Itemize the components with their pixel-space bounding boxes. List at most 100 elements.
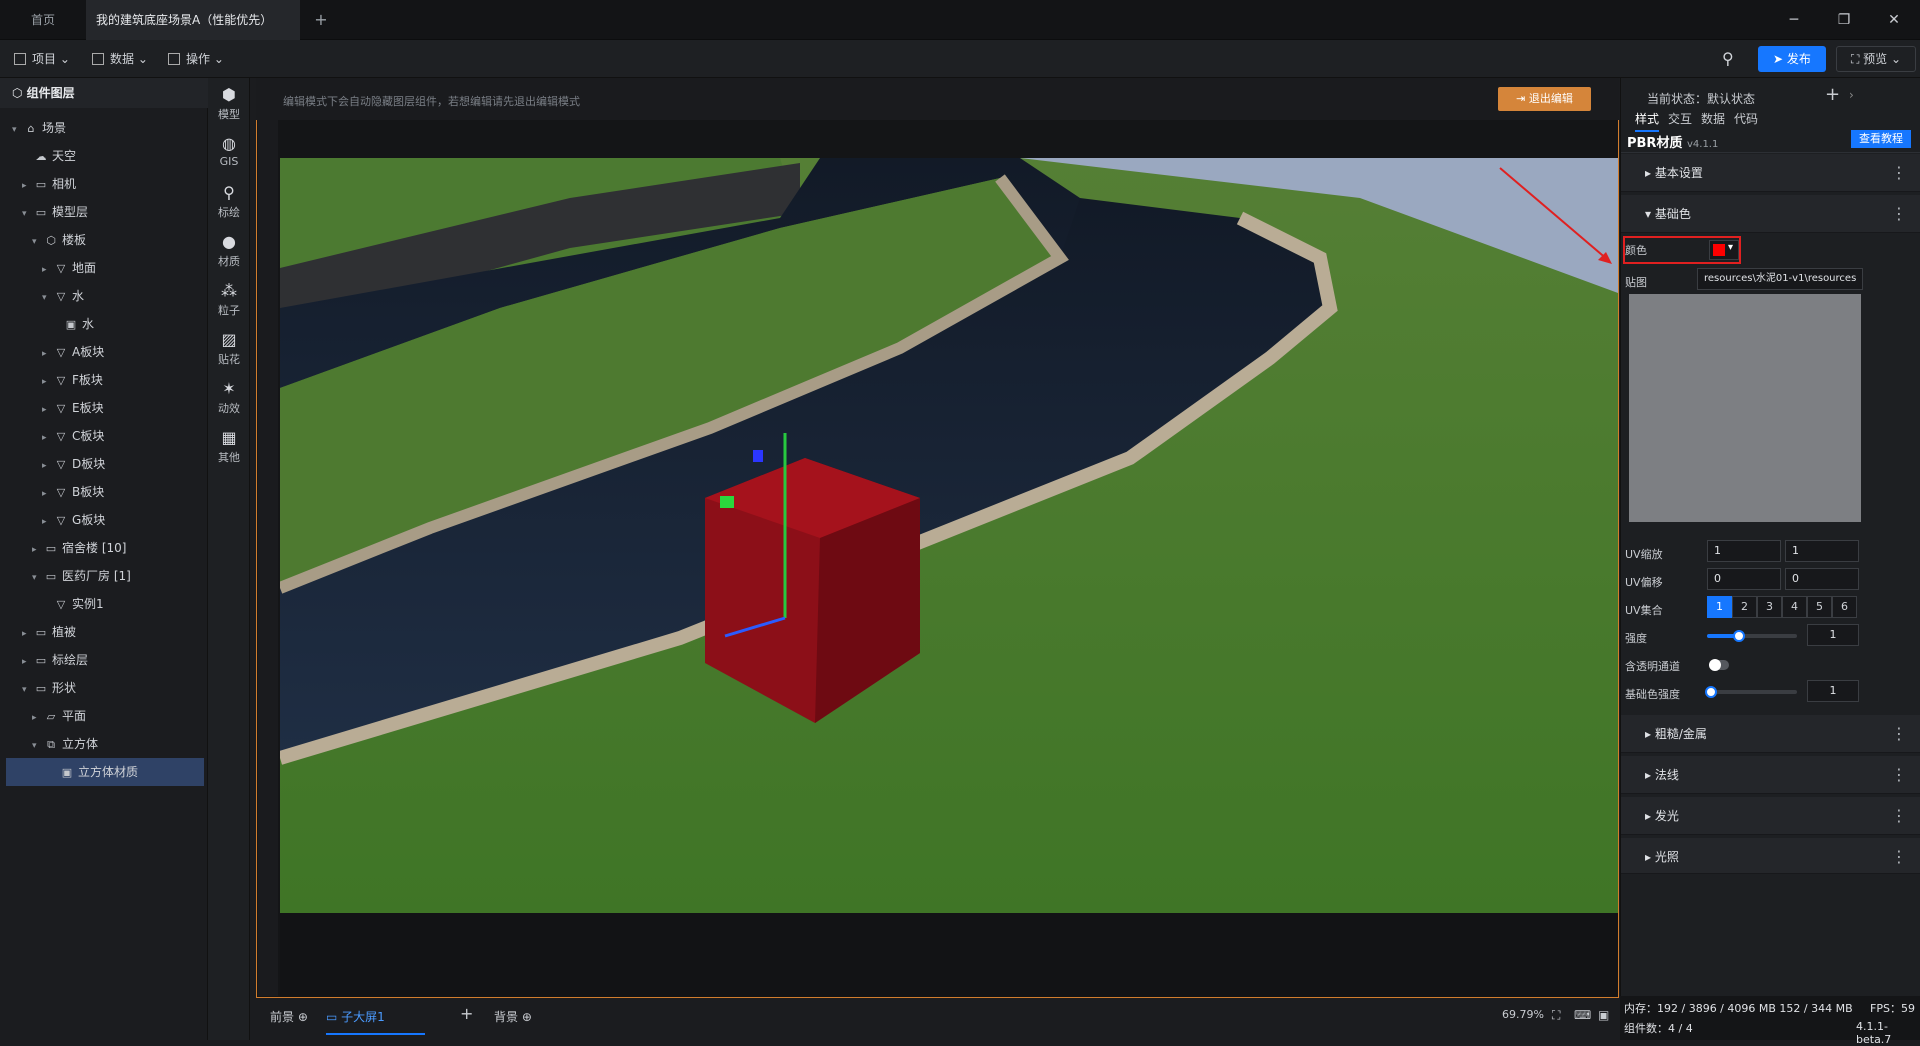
- section-basic[interactable]: ▸ 基本设置 ⋮: [1621, 154, 1920, 192]
- sidebar-item-effect[interactable]: ✶ 动效: [208, 372, 250, 424]
- exit-edit-button[interactable]: ⇥ 退出编辑: [1498, 87, 1591, 111]
- add-circle-icon[interactable]: ⊕: [522, 1010, 532, 1024]
- tree-item[interactable]: ▸ ▽ A板块: [0, 338, 204, 366]
- add-screen-button[interactable]: +: [460, 1004, 473, 1023]
- chevron-down-icon[interactable]: ▾: [22, 200, 34, 228]
- tree-item[interactable]: ▸ ▽ 地面: [0, 254, 204, 282]
- uv-scale-v-input[interactable]: 1: [1785, 540, 1859, 562]
- sidebar-item-decal[interactable]: ▨ 贴花: [208, 323, 250, 375]
- section-light[interactable]: ▸ 光照 ⋮: [1621, 838, 1920, 874]
- section-normal[interactable]: ▸ 法线 ⋮: [1621, 756, 1920, 794]
- add-tab-button[interactable]: +: [306, 0, 336, 40]
- tree-item[interactable]: ▸ ▽ D板块: [0, 450, 204, 478]
- preview-button[interactable]: ⛶ 预览 ⌄: [1836, 46, 1916, 72]
- intensity-input[interactable]: 1: [1807, 624, 1859, 646]
- uv-scale-u-input[interactable]: 1: [1707, 540, 1781, 562]
- sidebar-item-particle[interactable]: ⁂ 粒子: [208, 274, 250, 326]
- chevron-right-icon[interactable]: ▸: [42, 340, 54, 368]
- keyboard-icon[interactable]: ⌨: [1574, 1008, 1591, 1022]
- chevron-right-icon[interactable]: ▸: [22, 172, 34, 200]
- intensity-slider-knob[interactable]: [1732, 630, 1745, 642]
- chevron-right-icon[interactable]: ▸: [22, 620, 34, 648]
- chevron-right-icon[interactable]: ▸: [42, 256, 54, 284]
- sidebar-item-model[interactable]: ⬢ 模型: [208, 78, 250, 130]
- sidebar-item-pin[interactable]: ⚲ 标绘: [208, 176, 250, 228]
- more-icon[interactable]: ⋮: [1891, 715, 1907, 753]
- tree-item[interactable]: ▸ ▱ 平面: [0, 702, 204, 730]
- search-icon[interactable]: ⚲: [1722, 49, 1734, 68]
- publish-button[interactable]: ➤ 发布: [1758, 46, 1826, 72]
- terminal-icon[interactable]: ▣: [1598, 1008, 1609, 1022]
- more-icon[interactable]: ⋮: [1891, 154, 1907, 192]
- tab-property-3[interactable]: 代码: [1734, 110, 1758, 132]
- minimize-icon[interactable]: ─: [1782, 8, 1806, 32]
- tree-item[interactable]: ▽ 实例1: [0, 590, 204, 618]
- close-icon[interactable]: ✕: [1882, 8, 1906, 32]
- tree-item[interactable]: ▸ ▽ C板块: [0, 422, 204, 450]
- tab-property-1[interactable]: 交互: [1668, 110, 1692, 132]
- sidebar-item-globe[interactable]: ◍ GIS: [208, 127, 250, 179]
- chevron-right-icon[interactable]: ▸: [42, 368, 54, 396]
- more-icon[interactable]: ⋮: [1891, 195, 1907, 233]
- chevron-right-icon[interactable]: ▸: [22, 648, 34, 676]
- chevron-down-icon[interactable]: ▾: [42, 284, 54, 312]
- section-emissive[interactable]: ▸ 发光 ⋮: [1621, 797, 1920, 835]
- tree-item[interactable]: ▾ ⬡ 楼板: [0, 226, 204, 254]
- menu-project[interactable]: 项目 ⌄: [14, 50, 70, 67]
- tree-item[interactable]: ▸ ▭ 植被: [0, 618, 204, 646]
- tree-item[interactable]: ▣ 立方体材质: [6, 758, 204, 786]
- base-color-intensity-input[interactable]: 1: [1807, 680, 1859, 702]
- tree-item[interactable]: ▾ ▭ 模型层: [0, 198, 204, 226]
- tab-sub-screen[interactable]: ▭ 子大屏1: [326, 1008, 425, 1035]
- tutorial-button[interactable]: 查看教程: [1851, 130, 1911, 148]
- tab-property-2[interactable]: 数据: [1701, 110, 1725, 132]
- tree-item[interactable]: ▸ ▽ E板块: [0, 394, 204, 422]
- uv-set-option[interactable]: 3: [1757, 596, 1782, 618]
- chevron-down-icon[interactable]: ▾: [32, 228, 44, 256]
- more-icon[interactable]: ⋮: [1891, 797, 1907, 835]
- tree-item[interactable]: ▾ ⌂ 场景: [0, 114, 204, 142]
- more-icon[interactable]: ⋮: [1891, 756, 1907, 794]
- chevron-right-icon[interactable]: ▸: [42, 508, 54, 536]
- chevron-down-icon[interactable]: ▾: [32, 564, 44, 592]
- chevron-down-icon[interactable]: ▾: [22, 676, 34, 704]
- tab-background[interactable]: 背景 ⊕: [494, 1008, 532, 1025]
- tree-item[interactable]: ▸ ▽ F板块: [0, 366, 204, 394]
- tree-item[interactable]: ▸ ▽ G板块: [0, 506, 204, 534]
- uv-set-option[interactable]: 6: [1832, 596, 1857, 618]
- section-rough-metal[interactable]: ▸ 粗糙/金属 ⋮: [1621, 715, 1920, 753]
- chevron-right-icon[interactable]: ▸: [42, 424, 54, 452]
- uv-offset-v-input[interactable]: 0: [1785, 568, 1859, 590]
- chevron-right-icon[interactable]: ▸: [42, 452, 54, 480]
- chevron-right-icon[interactable]: ›: [1849, 88, 1854, 102]
- more-icon[interactable]: ⋮: [1891, 838, 1907, 876]
- uv-set-option[interactable]: 2: [1732, 596, 1757, 618]
- uv-set-option[interactable]: 1: [1707, 596, 1732, 618]
- section-base-color[interactable]: ▾ 基础色 ⋮: [1621, 195, 1920, 233]
- tree-item[interactable]: ▾ ▽ 水: [0, 282, 204, 310]
- restore-icon[interactable]: ❐: [1832, 8, 1856, 32]
- alpha-channel-toggle[interactable]: [1709, 659, 1729, 671]
- zoom-level[interactable]: 69.79%: [1502, 1008, 1544, 1021]
- add-state-icon[interactable]: +: [1825, 84, 1840, 105]
- menu-data[interactable]: 数据 ⌄: [92, 50, 148, 67]
- 3d-viewport[interactable]: [280, 158, 1618, 913]
- add-circle-icon[interactable]: ⊕: [298, 1010, 308, 1024]
- tree-item[interactable]: ▸ ▽ B板块: [0, 478, 204, 506]
- tree-item[interactable]: ☁ 天空: [0, 142, 204, 170]
- base-color-intensity-knob[interactable]: [1705, 686, 1717, 698]
- tab-foreground[interactable]: 前景 ⊕: [270, 1008, 308, 1025]
- chevron-right-icon[interactable]: ▸: [32, 704, 44, 732]
- tree-item[interactable]: ▾ ▭ 医药厂房 [1]: [0, 562, 204, 590]
- chevron-down-icon[interactable]: ▾: [32, 732, 44, 760]
- chevron-right-icon[interactable]: ▸: [42, 396, 54, 424]
- chevron-down-icon[interactable]: ▾: [12, 116, 24, 144]
- map-select[interactable]: resources\水泥01-v1\resources: [1697, 268, 1863, 290]
- uv-set-option[interactable]: 4: [1782, 596, 1807, 618]
- sidebar-item-material[interactable]: ● 材质: [208, 225, 250, 277]
- sidebar-item-grid[interactable]: ▦ 其他: [208, 421, 250, 473]
- color-picker[interactable]: ▾: [1709, 240, 1739, 260]
- chevron-right-icon[interactable]: ▸: [42, 480, 54, 508]
- tree-item[interactable]: ▾ ⧉ 立方体: [0, 730, 204, 758]
- chevron-right-icon[interactable]: ▸: [32, 536, 44, 564]
